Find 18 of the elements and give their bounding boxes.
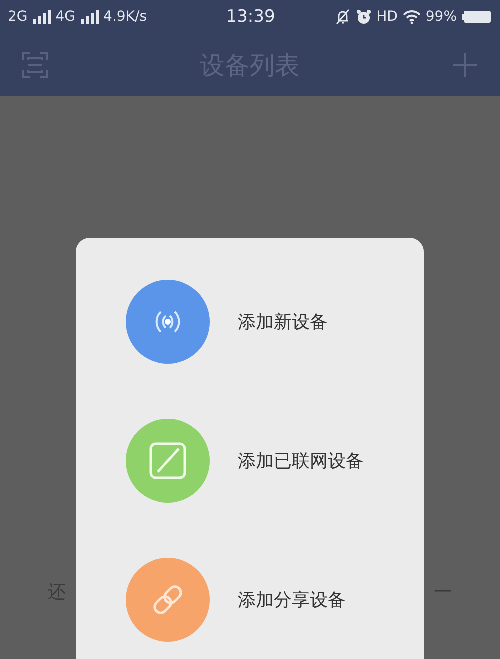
scan-icon[interactable] (22, 52, 48, 78)
battery-percent: 99% (426, 9, 457, 25)
signal-icon (80, 10, 99, 24)
battery-icon (462, 10, 492, 24)
plus-icon[interactable] (452, 52, 478, 78)
clock: 13:39 (226, 7, 276, 27)
muted-bell-icon (334, 9, 351, 25)
edit-square-icon (148, 441, 188, 481)
menu-item[interactable]: 添加新设备 (238, 310, 328, 334)
network-speed: 4.9K/s (104, 9, 147, 25)
wifi-icon (402, 10, 421, 24)
network-label: 2G (8, 9, 28, 25)
hd-label: HD (376, 9, 398, 25)
menu-item[interactable]: 添加分享设备 (238, 588, 346, 612)
network-label: 4G (56, 9, 76, 25)
menu-item[interactable]: 添加已联网设备 (238, 449, 364, 473)
signal-icon (32, 10, 51, 24)
alarm-clock-icon (356, 9, 372, 25)
